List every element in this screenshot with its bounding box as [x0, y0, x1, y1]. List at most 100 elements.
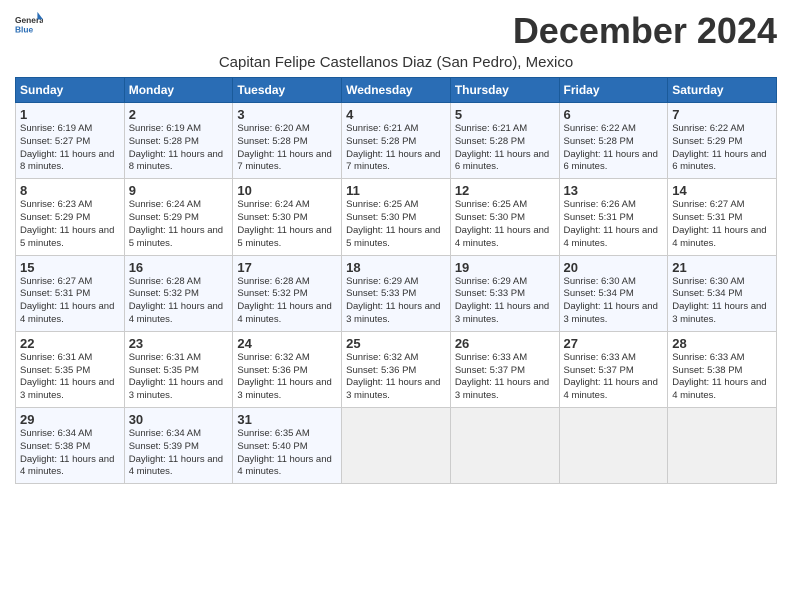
- day-number: 14: [672, 183, 772, 198]
- day-info: Sunrise: 6:22 AMSunset: 5:29 PMDaylight:…: [672, 123, 772, 174]
- col-header-wednesday: Wednesday: [342, 78, 451, 103]
- day-info: Sunrise: 6:34 AMSunset: 5:38 PMDaylight:…: [20, 428, 120, 479]
- day-info: Sunrise: 6:28 AMSunset: 5:32 PMDaylight:…: [237, 276, 337, 327]
- day-number: 15: [20, 260, 120, 275]
- calendar-cell: 24Sunrise: 6:32 AMSunset: 5:36 PMDayligh…: [233, 331, 342, 407]
- calendar-cell: 3Sunrise: 6:20 AMSunset: 5:28 PMDaylight…: [233, 103, 342, 179]
- day-info: Sunrise: 6:31 AMSunset: 5:35 PMDaylight:…: [20, 352, 120, 403]
- day-number: 21: [672, 260, 772, 275]
- day-info: Sunrise: 6:21 AMSunset: 5:28 PMDaylight:…: [455, 123, 555, 174]
- calendar-week-row: 8Sunrise: 6:23 AMSunset: 5:29 PMDaylight…: [16, 179, 777, 255]
- day-info: Sunrise: 6:25 AMSunset: 5:30 PMDaylight:…: [346, 199, 446, 250]
- day-info: Sunrise: 6:35 AMSunset: 5:40 PMDaylight:…: [237, 428, 337, 479]
- calendar-week-row: 1Sunrise: 6:19 AMSunset: 5:27 PMDaylight…: [16, 103, 777, 179]
- day-number: 13: [564, 183, 664, 198]
- day-info: Sunrise: 6:27 AMSunset: 5:31 PMDaylight:…: [20, 276, 120, 327]
- calendar-cell: 21Sunrise: 6:30 AMSunset: 5:34 PMDayligh…: [668, 255, 777, 331]
- month-title: December 2024: [513, 10, 777, 52]
- calendar-cell: 1Sunrise: 6:19 AMSunset: 5:27 PMDaylight…: [16, 103, 125, 179]
- calendar-week-row: 29Sunrise: 6:34 AMSunset: 5:38 PMDayligh…: [16, 408, 777, 484]
- calendar-cell: 30Sunrise: 6:34 AMSunset: 5:39 PMDayligh…: [124, 408, 233, 484]
- day-info: Sunrise: 6:25 AMSunset: 5:30 PMDaylight:…: [455, 199, 555, 250]
- day-number: 26: [455, 336, 555, 351]
- day-info: Sunrise: 6:33 AMSunset: 5:37 PMDaylight:…: [455, 352, 555, 403]
- day-number: 3: [237, 107, 337, 122]
- day-info: Sunrise: 6:29 AMSunset: 5:33 PMDaylight:…: [455, 276, 555, 327]
- calendar-cell: [450, 408, 559, 484]
- day-info: Sunrise: 6:30 AMSunset: 5:34 PMDaylight:…: [672, 276, 772, 327]
- day-number: 22: [20, 336, 120, 351]
- day-number: 29: [20, 412, 120, 427]
- day-number: 12: [455, 183, 555, 198]
- day-info: Sunrise: 6:32 AMSunset: 5:36 PMDaylight:…: [237, 352, 337, 403]
- day-info: Sunrise: 6:19 AMSunset: 5:28 PMDaylight:…: [129, 123, 229, 174]
- day-info: Sunrise: 6:24 AMSunset: 5:30 PMDaylight:…: [237, 199, 337, 250]
- calendar-cell: 9Sunrise: 6:24 AMSunset: 5:29 PMDaylight…: [124, 179, 233, 255]
- day-number: 20: [564, 260, 664, 275]
- day-number: 9: [129, 183, 229, 198]
- day-number: 16: [129, 260, 229, 275]
- day-info: Sunrise: 6:19 AMSunset: 5:27 PMDaylight:…: [20, 123, 120, 174]
- day-number: 24: [237, 336, 337, 351]
- logo-icon: General Blue: [15, 10, 43, 38]
- calendar-cell: 12Sunrise: 6:25 AMSunset: 5:30 PMDayligh…: [450, 179, 559, 255]
- day-number: 7: [672, 107, 772, 122]
- day-number: 11: [346, 183, 446, 198]
- calendar-cell: 5Sunrise: 6:21 AMSunset: 5:28 PMDaylight…: [450, 103, 559, 179]
- calendar-week-row: 15Sunrise: 6:27 AMSunset: 5:31 PMDayligh…: [16, 255, 777, 331]
- calendar-cell: 8Sunrise: 6:23 AMSunset: 5:29 PMDaylight…: [16, 179, 125, 255]
- calendar-cell: 25Sunrise: 6:32 AMSunset: 5:36 PMDayligh…: [342, 331, 451, 407]
- calendar-cell: 10Sunrise: 6:24 AMSunset: 5:30 PMDayligh…: [233, 179, 342, 255]
- calendar-cell: 28Sunrise: 6:33 AMSunset: 5:38 PMDayligh…: [668, 331, 777, 407]
- svg-text:Blue: Blue: [15, 24, 33, 34]
- calendar-cell: 31Sunrise: 6:35 AMSunset: 5:40 PMDayligh…: [233, 408, 342, 484]
- calendar-cell: [559, 408, 668, 484]
- day-number: 19: [455, 260, 555, 275]
- day-info: Sunrise: 6:30 AMSunset: 5:34 PMDaylight:…: [564, 276, 664, 327]
- calendar-cell: [668, 408, 777, 484]
- calendar-cell: 15Sunrise: 6:27 AMSunset: 5:31 PMDayligh…: [16, 255, 125, 331]
- day-number: 2: [129, 107, 229, 122]
- calendar-cell: 26Sunrise: 6:33 AMSunset: 5:37 PMDayligh…: [450, 331, 559, 407]
- calendar-week-row: 22Sunrise: 6:31 AMSunset: 5:35 PMDayligh…: [16, 331, 777, 407]
- day-number: 8: [20, 183, 120, 198]
- col-header-monday: Monday: [124, 78, 233, 103]
- day-info: Sunrise: 6:33 AMSunset: 5:38 PMDaylight:…: [672, 352, 772, 403]
- day-info: Sunrise: 6:21 AMSunset: 5:28 PMDaylight:…: [346, 123, 446, 174]
- day-info: Sunrise: 6:33 AMSunset: 5:37 PMDaylight:…: [564, 352, 664, 403]
- calendar-cell: 23Sunrise: 6:31 AMSunset: 5:35 PMDayligh…: [124, 331, 233, 407]
- calendar-cell: 16Sunrise: 6:28 AMSunset: 5:32 PMDayligh…: [124, 255, 233, 331]
- calendar-table: SundayMondayTuesdayWednesdayThursdayFrid…: [15, 77, 777, 484]
- day-number: 10: [237, 183, 337, 198]
- calendar-cell: 27Sunrise: 6:33 AMSunset: 5:37 PMDayligh…: [559, 331, 668, 407]
- day-number: 27: [564, 336, 664, 351]
- calendar-cell: 7Sunrise: 6:22 AMSunset: 5:29 PMDaylight…: [668, 103, 777, 179]
- col-header-friday: Friday: [559, 78, 668, 103]
- calendar-cell: 4Sunrise: 6:21 AMSunset: 5:28 PMDaylight…: [342, 103, 451, 179]
- calendar-cell: 13Sunrise: 6:26 AMSunset: 5:31 PMDayligh…: [559, 179, 668, 255]
- calendar-cell: 20Sunrise: 6:30 AMSunset: 5:34 PMDayligh…: [559, 255, 668, 331]
- col-header-tuesday: Tuesday: [233, 78, 342, 103]
- day-number: 18: [346, 260, 446, 275]
- calendar-cell: 6Sunrise: 6:22 AMSunset: 5:28 PMDaylight…: [559, 103, 668, 179]
- day-number: 23: [129, 336, 229, 351]
- day-number: 17: [237, 260, 337, 275]
- day-info: Sunrise: 6:26 AMSunset: 5:31 PMDaylight:…: [564, 199, 664, 250]
- day-info: Sunrise: 6:31 AMSunset: 5:35 PMDaylight:…: [129, 352, 229, 403]
- col-header-saturday: Saturday: [668, 78, 777, 103]
- calendar-cell: 29Sunrise: 6:34 AMSunset: 5:38 PMDayligh…: [16, 408, 125, 484]
- day-number: 25: [346, 336, 446, 351]
- calendar-cell: 18Sunrise: 6:29 AMSunset: 5:33 PMDayligh…: [342, 255, 451, 331]
- calendar-cell: 19Sunrise: 6:29 AMSunset: 5:33 PMDayligh…: [450, 255, 559, 331]
- day-number: 31: [237, 412, 337, 427]
- location-title: Capitan Felipe Castellanos Diaz (San Ped…: [15, 54, 777, 71]
- calendar-cell: [342, 408, 451, 484]
- day-info: Sunrise: 6:28 AMSunset: 5:32 PMDaylight:…: [129, 276, 229, 327]
- day-number: 1: [20, 107, 120, 122]
- day-info: Sunrise: 6:32 AMSunset: 5:36 PMDaylight:…: [346, 352, 446, 403]
- day-info: Sunrise: 6:27 AMSunset: 5:31 PMDaylight:…: [672, 199, 772, 250]
- calendar-cell: 2Sunrise: 6:19 AMSunset: 5:28 PMDaylight…: [124, 103, 233, 179]
- logo: General Blue: [15, 10, 43, 38]
- calendar-cell: 14Sunrise: 6:27 AMSunset: 5:31 PMDayligh…: [668, 179, 777, 255]
- day-info: Sunrise: 6:22 AMSunset: 5:28 PMDaylight:…: [564, 123, 664, 174]
